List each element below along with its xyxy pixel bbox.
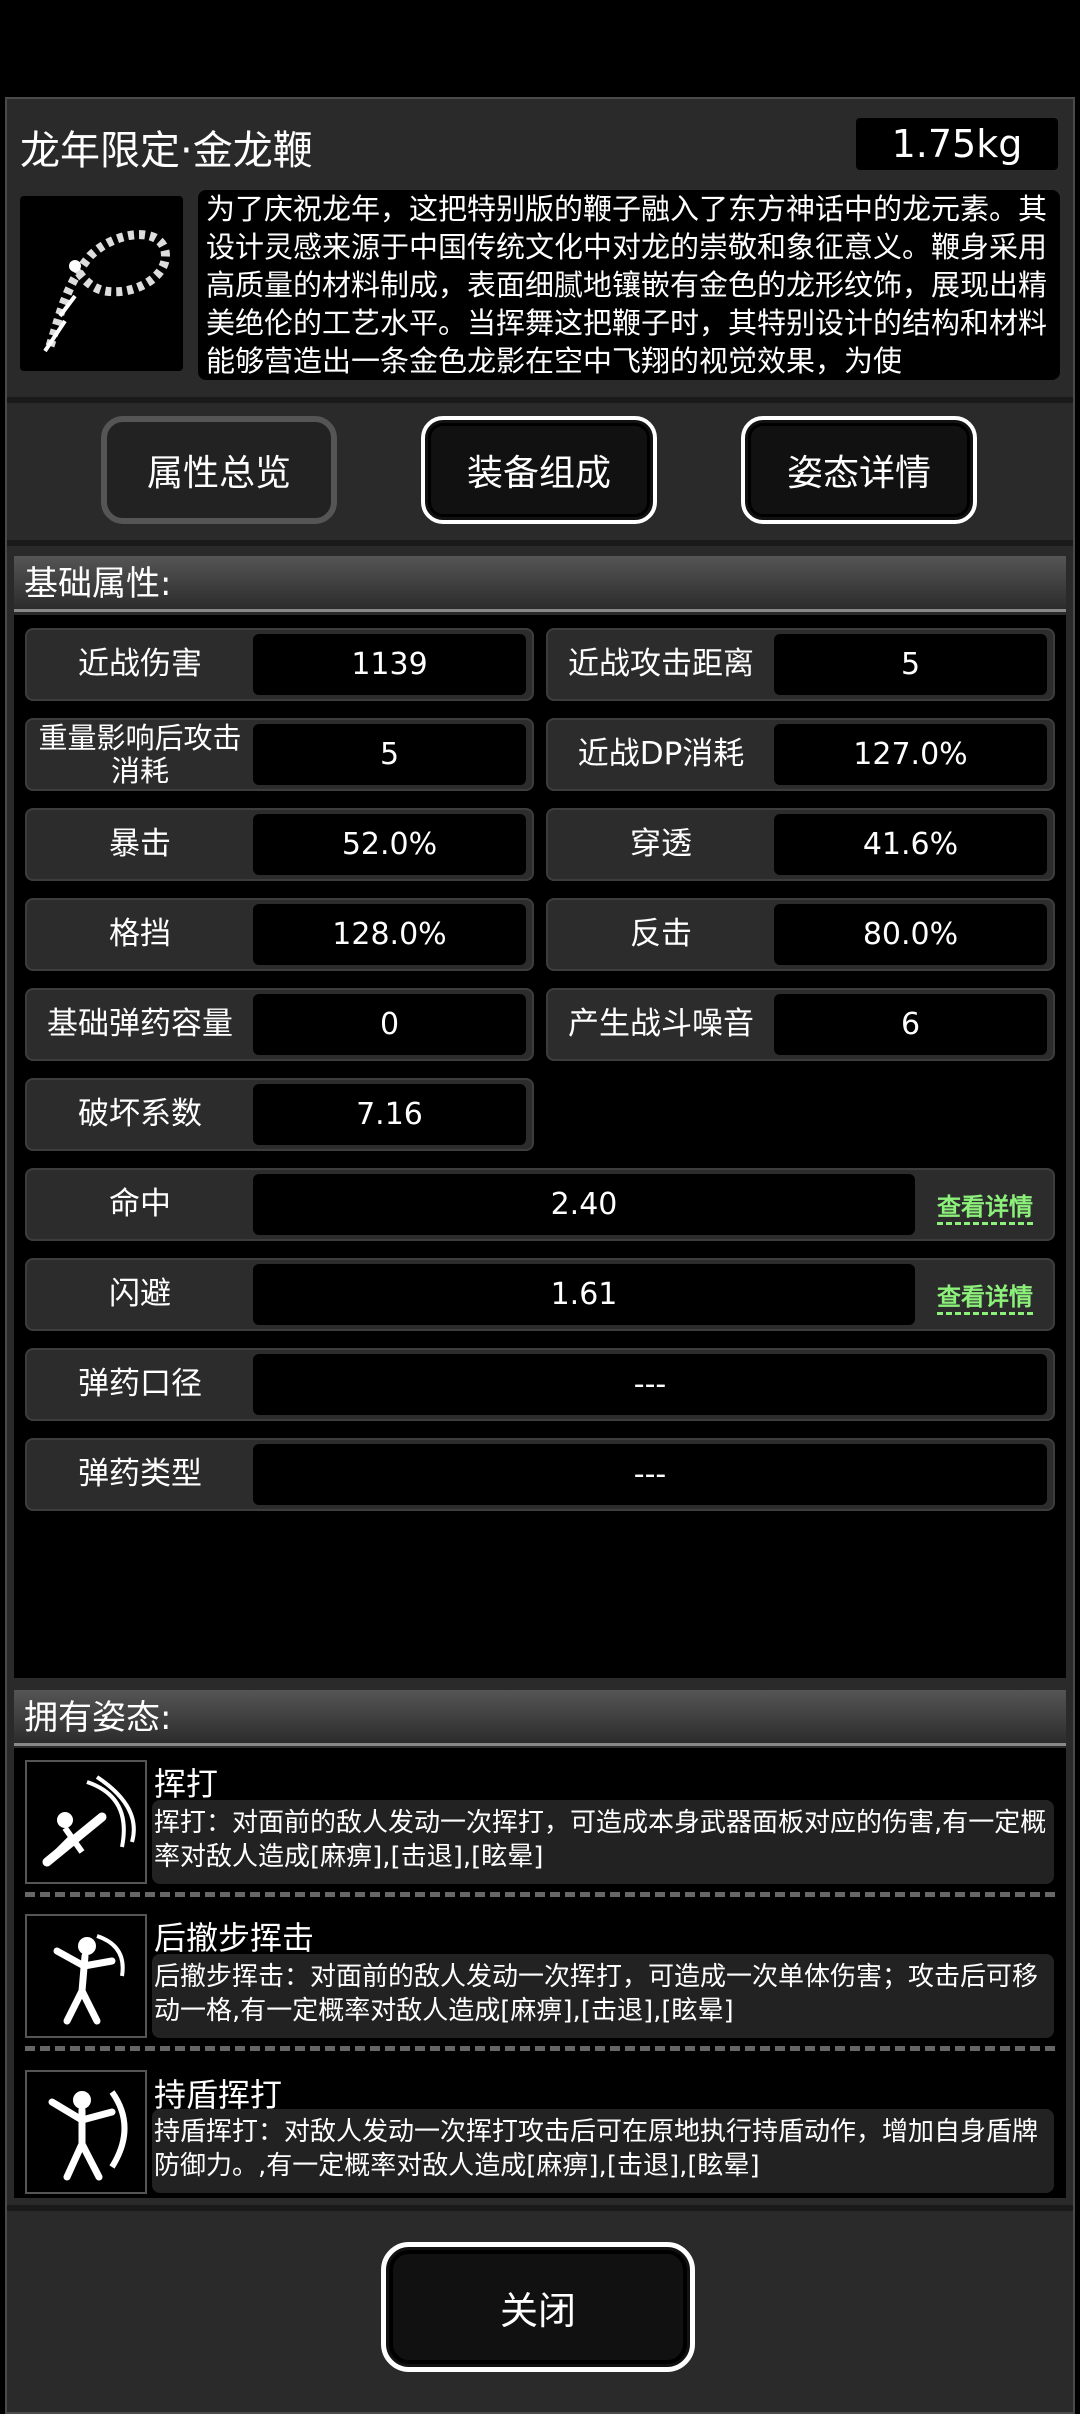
stat-label: 重量影响后攻击消耗 [38,720,242,788]
shield-swing-icon [25,2070,147,2194]
dodge-view-details-link[interactable]: 查看详情 [937,1277,1033,1315]
stat-label: 近战DP消耗 [577,736,745,772]
stat-label: 命中 [109,1186,171,1222]
stat-value: 128.0% [253,904,526,965]
stat-melee-range: 近战攻击距离 5 [546,628,1055,701]
stat-value: 6 [774,994,1047,1055]
item-description: 为了庆祝龙年，这把特别版的鞭子融入了东方神话中的龙元素。其设计灵感来源于中国传统… [198,190,1060,380]
stat-value: 5 [774,634,1047,695]
stat-label: 弹药口径 [78,1366,202,1402]
swing-icon [25,1760,147,1884]
basic-attributes-header: 基础属性: [14,556,1066,612]
tab-attribute-overview[interactable]: 属性总览 [101,416,337,524]
stance-description: 后撤步挥击：对面前的敌人发动一次挥打，可造成一次单体伤害；攻击后可移动一格,有一… [152,1954,1054,2038]
stat-counter: 反击 80.0% [546,898,1055,971]
backstep-strike-icon [25,1914,147,2038]
stat-label: 基础弹药容量 [47,1006,233,1042]
divider [7,540,1073,546]
stat-label: 反击 [630,916,692,952]
stat-melee-dp-cost: 近战DP消耗 127.0% [546,718,1055,791]
stat-penetration: 穿透 41.6% [546,808,1055,881]
stance-name: 挥打 [154,1765,219,1803]
stat-label: 近战攻击距离 [568,646,754,682]
stances-header: 拥有姿态: [14,1690,1066,1746]
stat-value: 7.16 [253,1084,526,1145]
divider [25,1892,1055,1897]
stat-value: 80.0% [774,904,1047,965]
item-name: 龙年限定·金龙鞭 [20,128,313,174]
stat-hit: 命中 2.40 查看详情 [25,1168,1055,1241]
stat-value: 1.61 [253,1264,915,1325]
stat-label: 暴击 [109,826,171,862]
close-button[interactable]: 关闭 [381,2242,695,2372]
stat-block: 格挡 128.0% [25,898,534,971]
stat-value: 127.0% [774,724,1047,785]
divider [7,2205,1073,2211]
item-weight: 1.75kg [856,118,1058,170]
stat-label: 格挡 [109,916,171,952]
stance-name: 后撤步挥击 [154,1919,315,1957]
golden-dragon-whip-icon [20,196,183,371]
stat-weight-attack-cost: 重量影响后攻击消耗 5 [25,718,534,791]
stat-label: 穿透 [630,826,692,862]
stat-label: 闪避 [109,1276,171,1312]
stat-value: 52.0% [253,814,526,875]
stat-value: 41.6% [774,814,1047,875]
hit-view-details-link[interactable]: 查看详情 [937,1187,1033,1225]
divider [7,397,1073,403]
tab-equipment-composition[interactable]: 装备组成 [421,416,657,524]
stat-ammo-type: 弹药类型 --- [25,1438,1055,1511]
stat-value: 5 [253,724,526,785]
stat-label: 近战伤害 [78,646,202,682]
stat-base-ammo-capacity: 基础弹药容量 0 [25,988,534,1061]
stat-label: 弹药类型 [78,1456,202,1492]
stance-description: 持盾挥打：对敌人发动一次挥打攻击后可在原地执行持盾动作，增加自身盾牌防御力。,有… [152,2109,1054,2193]
stat-crit: 暴击 52.0% [25,808,534,881]
tab-stance-details[interactable]: 姿态详情 [741,416,977,524]
divider [25,2046,1055,2051]
stat-combat-noise: 产生战斗噪音 6 [546,988,1055,1061]
stat-label: 产生战斗噪音 [568,1006,754,1042]
stat-value: --- [253,1354,1047,1415]
stat-value: 0 [253,994,526,1055]
stat-dodge: 闪避 1.61 查看详情 [25,1258,1055,1331]
stat-ammo-caliber: 弹药口径 --- [25,1348,1055,1421]
stance-description: 挥打：对面前的敌人发动一次挥打，可造成本身武器面板对应的伤害,有一定概率对敌人造… [152,1800,1054,1884]
stat-melee-damage: 近战伤害 1139 [25,628,534,701]
stat-label: 破坏系数 [78,1096,202,1132]
stat-destruction-factor: 破坏系数 7.16 [25,1078,534,1151]
stat-value: 1139 [253,634,526,695]
stat-value: --- [253,1444,1047,1505]
stat-value: 2.40 [253,1174,915,1235]
